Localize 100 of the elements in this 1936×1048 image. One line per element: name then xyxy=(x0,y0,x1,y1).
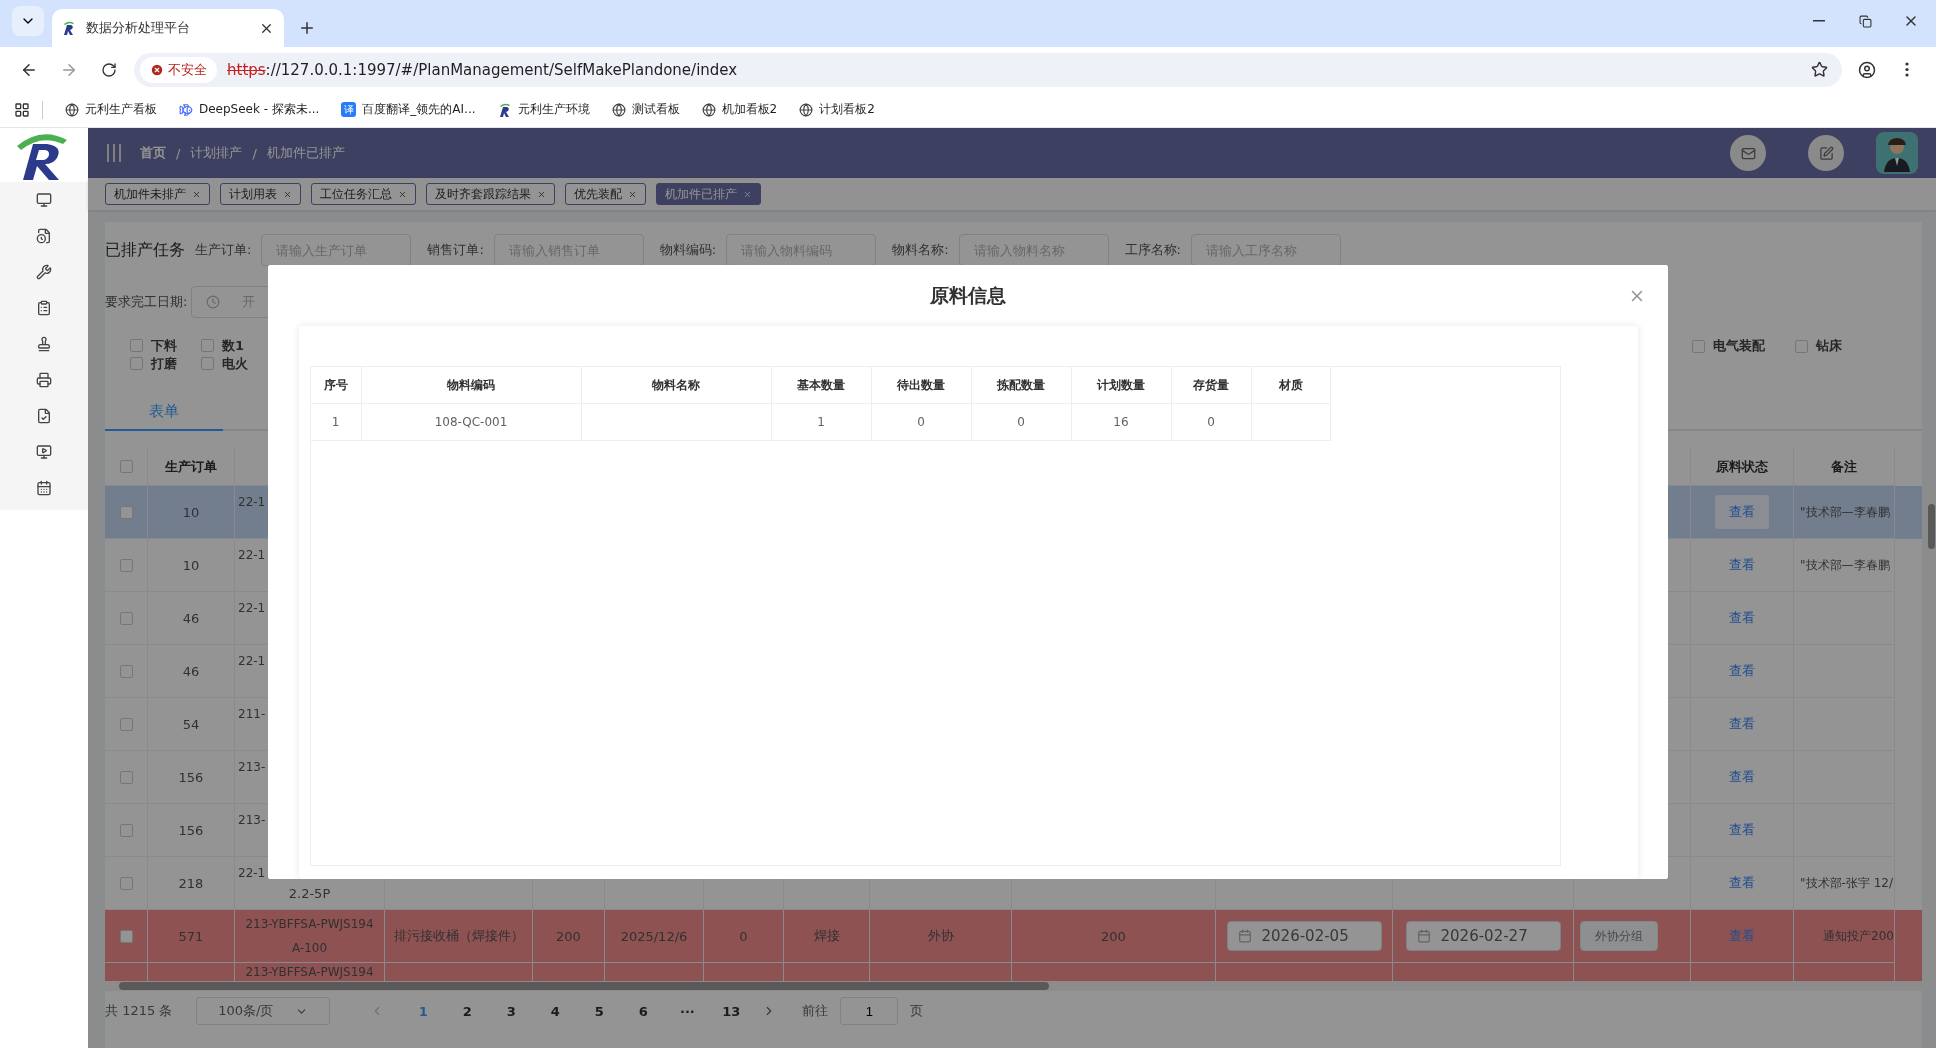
outsource-button[interactable]: 外协分组 xyxy=(1580,921,1658,951)
column-header: 拣配数量 xyxy=(997,376,1045,394)
process-checkbox[interactable]: 打磨 xyxy=(130,355,177,372)
page-input[interactable]: 1 xyxy=(840,997,899,1025)
table-cell-text: 22-1 xyxy=(237,653,267,670)
table-cell-text: 22-1 xyxy=(237,547,267,564)
table-cell: 218 xyxy=(178,875,204,891)
view-link[interactable]: 查看 xyxy=(1715,707,1769,741)
table-cell: 46 xyxy=(182,663,200,679)
process-checkbox[interactable]: 钻床 xyxy=(1795,337,1842,355)
table-cell-text: 213- xyxy=(237,759,267,776)
table-cell: 10 xyxy=(182,557,200,573)
view-link[interactable]: 查看 xyxy=(1715,654,1769,688)
total-count: 共 1215 条 xyxy=(105,1002,173,1020)
page-tag[interactable]: 机加件未排产 xyxy=(105,183,210,205)
page-tag[interactable]: 及时齐套跟踪结果 xyxy=(426,183,555,205)
table-cell: 200 xyxy=(1101,928,1126,944)
page-number[interactable]: 5 xyxy=(586,1003,613,1019)
process-checkbox[interactable]: 数1 xyxy=(201,337,248,354)
table-cell-text: 211- xyxy=(237,706,267,723)
field-label: 工序名称: xyxy=(1124,241,1181,259)
table-cell-text: "技术部—李春鹏 xyxy=(1799,556,1890,574)
table-cell: 156 xyxy=(178,822,204,838)
page-number[interactable]: 13 xyxy=(718,1003,745,1019)
table-cell: 2025/12/6 xyxy=(620,928,688,944)
table-cell: 108-QC-001 xyxy=(434,415,508,429)
column-header: 生产订单 xyxy=(165,457,217,476)
view-link[interactable]: 查看 xyxy=(1715,813,1769,847)
page-tag[interactable]: 工位任务汇总 xyxy=(311,183,416,205)
column-header: 计划数量 xyxy=(1097,376,1145,394)
page-tag[interactable]: 优先装配 xyxy=(565,183,646,205)
table-cell-text: 213-YBFFSA-PWJS194 xyxy=(244,964,375,980)
bookmark[interactable]: 测试看板 xyxy=(611,101,680,118)
table-cell-text: "技术部-张宇 12/ xyxy=(1799,874,1893,892)
breadcrumb-separator: / xyxy=(176,145,181,161)
table-cell: 0 xyxy=(1207,415,1215,429)
page-number[interactable]: 3 xyxy=(498,1003,525,1019)
security-badge[interactable]: 不安全 xyxy=(140,56,217,83)
column-header: 物料名称 xyxy=(652,376,700,394)
table-cell: 排污接收桶（焊接件） xyxy=(393,927,524,945)
page-number[interactable]: 6 xyxy=(630,1003,657,1019)
page-tag[interactable]: 计划用表 xyxy=(220,183,301,205)
table-cell-text: "技术部—李春鹏 xyxy=(1799,503,1890,521)
process-checkbox[interactable]: 下料 xyxy=(130,337,177,354)
field-label: 物料编码: xyxy=(659,241,717,259)
process-checkbox[interactable]: 电火 xyxy=(201,355,248,372)
browser-tab[interactable]: 数据分析处理平台 xyxy=(52,9,284,47)
page-number[interactable]: 2 xyxy=(454,1003,481,1019)
table-cell: 0 xyxy=(917,415,925,429)
bookmark[interactable]: 计划看板2 xyxy=(799,101,875,118)
page-tag[interactable]: 机加件已排产 xyxy=(656,183,761,205)
goto-label: 前往 xyxy=(802,1002,829,1020)
table-cell-text: 2.2-5P xyxy=(287,885,332,903)
section-title: 已排产任务 xyxy=(105,239,185,261)
page-unit: 页 xyxy=(910,1002,924,1020)
table-cell: 外协 xyxy=(927,927,954,945)
bookmark[interactable]: 机加看板2 xyxy=(701,101,778,118)
bookmark[interactable]: DeepSeek - 探索未... xyxy=(179,101,320,118)
table-cell: 1 xyxy=(817,415,825,429)
breadcrumb-link[interactable]: 计划排产 xyxy=(190,144,243,162)
table-cell: 0 xyxy=(739,928,748,944)
date-field[interactable]: 2026-02-27 xyxy=(1405,921,1561,951)
page-number[interactable]: ··· xyxy=(674,1003,701,1019)
url-text: https://127.0.0.1:1997/#/PlanManagement/SelfMakePlandone/index xyxy=(227,60,738,79)
bookmark[interactable]: 元利生产看板 xyxy=(65,101,157,118)
page-number[interactable]: 4 xyxy=(542,1003,569,1019)
view-link[interactable]: 查看 xyxy=(1715,601,1769,635)
table-cell: 571 xyxy=(178,928,204,944)
table-cell: 156 xyxy=(178,769,204,785)
table-cell: 焊接 xyxy=(813,927,840,945)
column-header: 序号 xyxy=(323,376,348,394)
table-cell: 10 xyxy=(182,504,200,520)
table-cell-text: 22-1 xyxy=(237,494,267,511)
page-size-select[interactable]: 100条/页 xyxy=(196,997,331,1025)
table-cell: 1 xyxy=(331,415,340,429)
breadcrumb-link[interactable]: 机加件已排产 xyxy=(266,144,345,162)
process-checkbox[interactable]: 电气装配 xyxy=(1692,337,1765,355)
column-header: 物料编码 xyxy=(447,376,495,394)
table-cell: 54 xyxy=(182,716,200,732)
table-cell-text: 通知投产200 xyxy=(1822,927,1894,945)
view-link[interactable]: 查看 xyxy=(1715,495,1769,529)
table-cell: 200 xyxy=(556,928,581,944)
breadcrumb-separator: / xyxy=(252,145,257,161)
column-header: 备注 xyxy=(1831,457,1857,476)
bookmark[interactable]: 元利生产环境 xyxy=(497,101,590,118)
table-cell-text: A-100 xyxy=(290,940,329,957)
address-bar[interactable]: 不安全 https://127.0.0.1:1997/#/PlanManagement/SelfMakePlandone/index xyxy=(134,52,1842,87)
view-link[interactable]: 查看 xyxy=(1715,760,1769,794)
bookmark[interactable]: 译 百度翻译_领先的AI... xyxy=(341,101,476,118)
date-field[interactable]: 2026-02-05 xyxy=(1226,921,1382,951)
table-cell: 16 xyxy=(1113,415,1129,429)
field-label: 销售订单: xyxy=(427,241,484,259)
view-link[interactable]: 查看 xyxy=(1715,866,1769,900)
dialog-title: 原料信息 xyxy=(930,283,1006,308)
field-label: 要求完工日期: xyxy=(105,293,188,311)
table-cell-text: 22-1 xyxy=(237,865,267,882)
column-header: 待出数量 xyxy=(897,376,945,394)
view-link[interactable]: 查看 xyxy=(1715,548,1769,582)
table-cell-text: 22-1 xyxy=(237,600,267,617)
breadcrumb-link[interactable]: 首页 xyxy=(140,144,166,162)
